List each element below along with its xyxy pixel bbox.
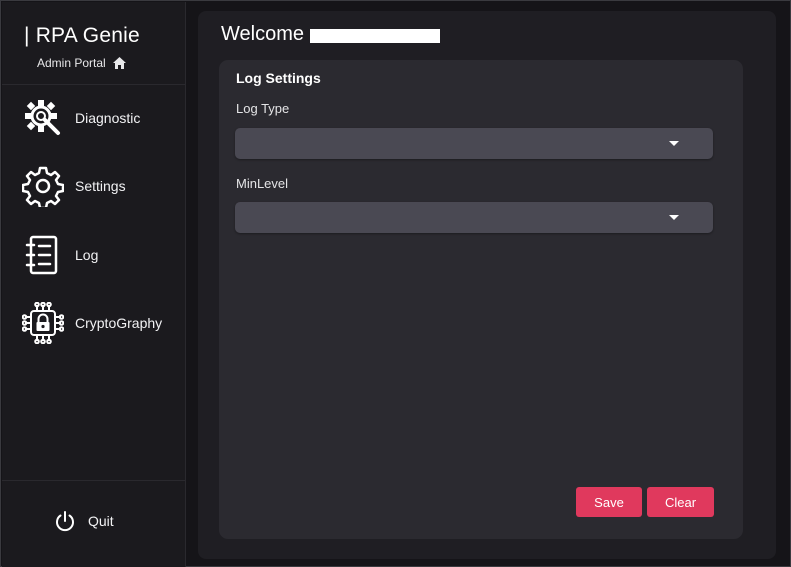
sidebar-item-settings[interactable]: Settings [22,162,182,210]
caret-down-icon [669,215,679,220]
welcome-heading: Welcome [221,23,440,46]
caret-down-icon [669,141,679,146]
log-type-select[interactable] [235,128,713,159]
sidebar-item-label: Log [75,247,99,263]
sidebar-item-label: Settings [75,178,126,194]
main-content: Welcome Log Settings Log Type MinLevel S… [198,11,776,559]
save-button[interactable]: Save [576,487,642,517]
redacted-username [310,29,440,43]
min-level-select[interactable] [235,202,713,233]
sidebar-divider-top [2,84,186,85]
brand-subtitle[interactable]: Admin Portal [37,56,127,70]
brand-title: | RPA Genie [24,24,140,47]
card-title: Log Settings [236,70,321,86]
gear-wrench-icon [22,97,64,139]
power-icon [56,511,74,532]
clear-button[interactable]: Clear [647,487,714,517]
app-frame: | RPA Genie Admin Portal Diagnostic Sett… [0,0,791,567]
sidebar-item-cryptography[interactable]: CryptoGraphy [22,299,182,347]
circuit-lock-icon [22,302,64,344]
gear-icon [22,165,64,207]
home-icon[interactable] [112,56,127,70]
sidebar-item-log[interactable]: Log [22,231,182,279]
log-type-label: Log Type [236,101,290,116]
min-level-label: MinLevel [236,176,289,191]
quit-button[interactable]: Quit [54,510,114,532]
sidebar-divider-bottom [2,480,186,481]
admin-portal-label: Admin Portal [37,56,106,70]
sidebar-item-diagnostic[interactable]: Diagnostic [22,94,182,142]
welcome-text: Welcome [221,23,304,45]
notebook-icon [22,234,64,276]
log-settings-card: Log Settings Log Type MinLevel Save Clea… [219,60,743,539]
sidebar: | RPA Genie Admin Portal Diagnostic Sett… [2,2,186,567]
sidebar-item-label: Diagnostic [75,110,141,126]
sidebar-item-label: CryptoGraphy [75,315,163,331]
quit-label: Quit [88,513,114,529]
